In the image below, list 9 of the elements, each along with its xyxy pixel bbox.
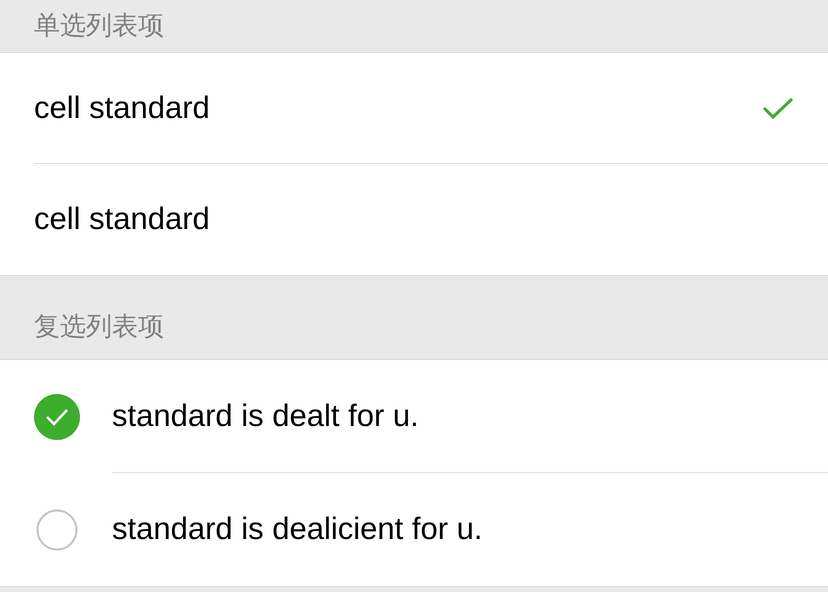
option-label: standard is dealt for u. bbox=[112, 396, 419, 435]
section-title: 单选列表项 bbox=[34, 10, 164, 42]
section-title: 复选列表项 bbox=[34, 311, 164, 344]
radio-list-item[interactable]: cell standard bbox=[34, 164, 828, 275]
checkbox[interactable] bbox=[34, 506, 80, 552]
option-label: standard is dealicient for u. bbox=[112, 510, 482, 548]
checkmark-icon bbox=[762, 96, 794, 120]
checkbox[interactable] bbox=[34, 394, 80, 440]
radio-list-item[interactable]: cell standard bbox=[34, 53, 828, 164]
